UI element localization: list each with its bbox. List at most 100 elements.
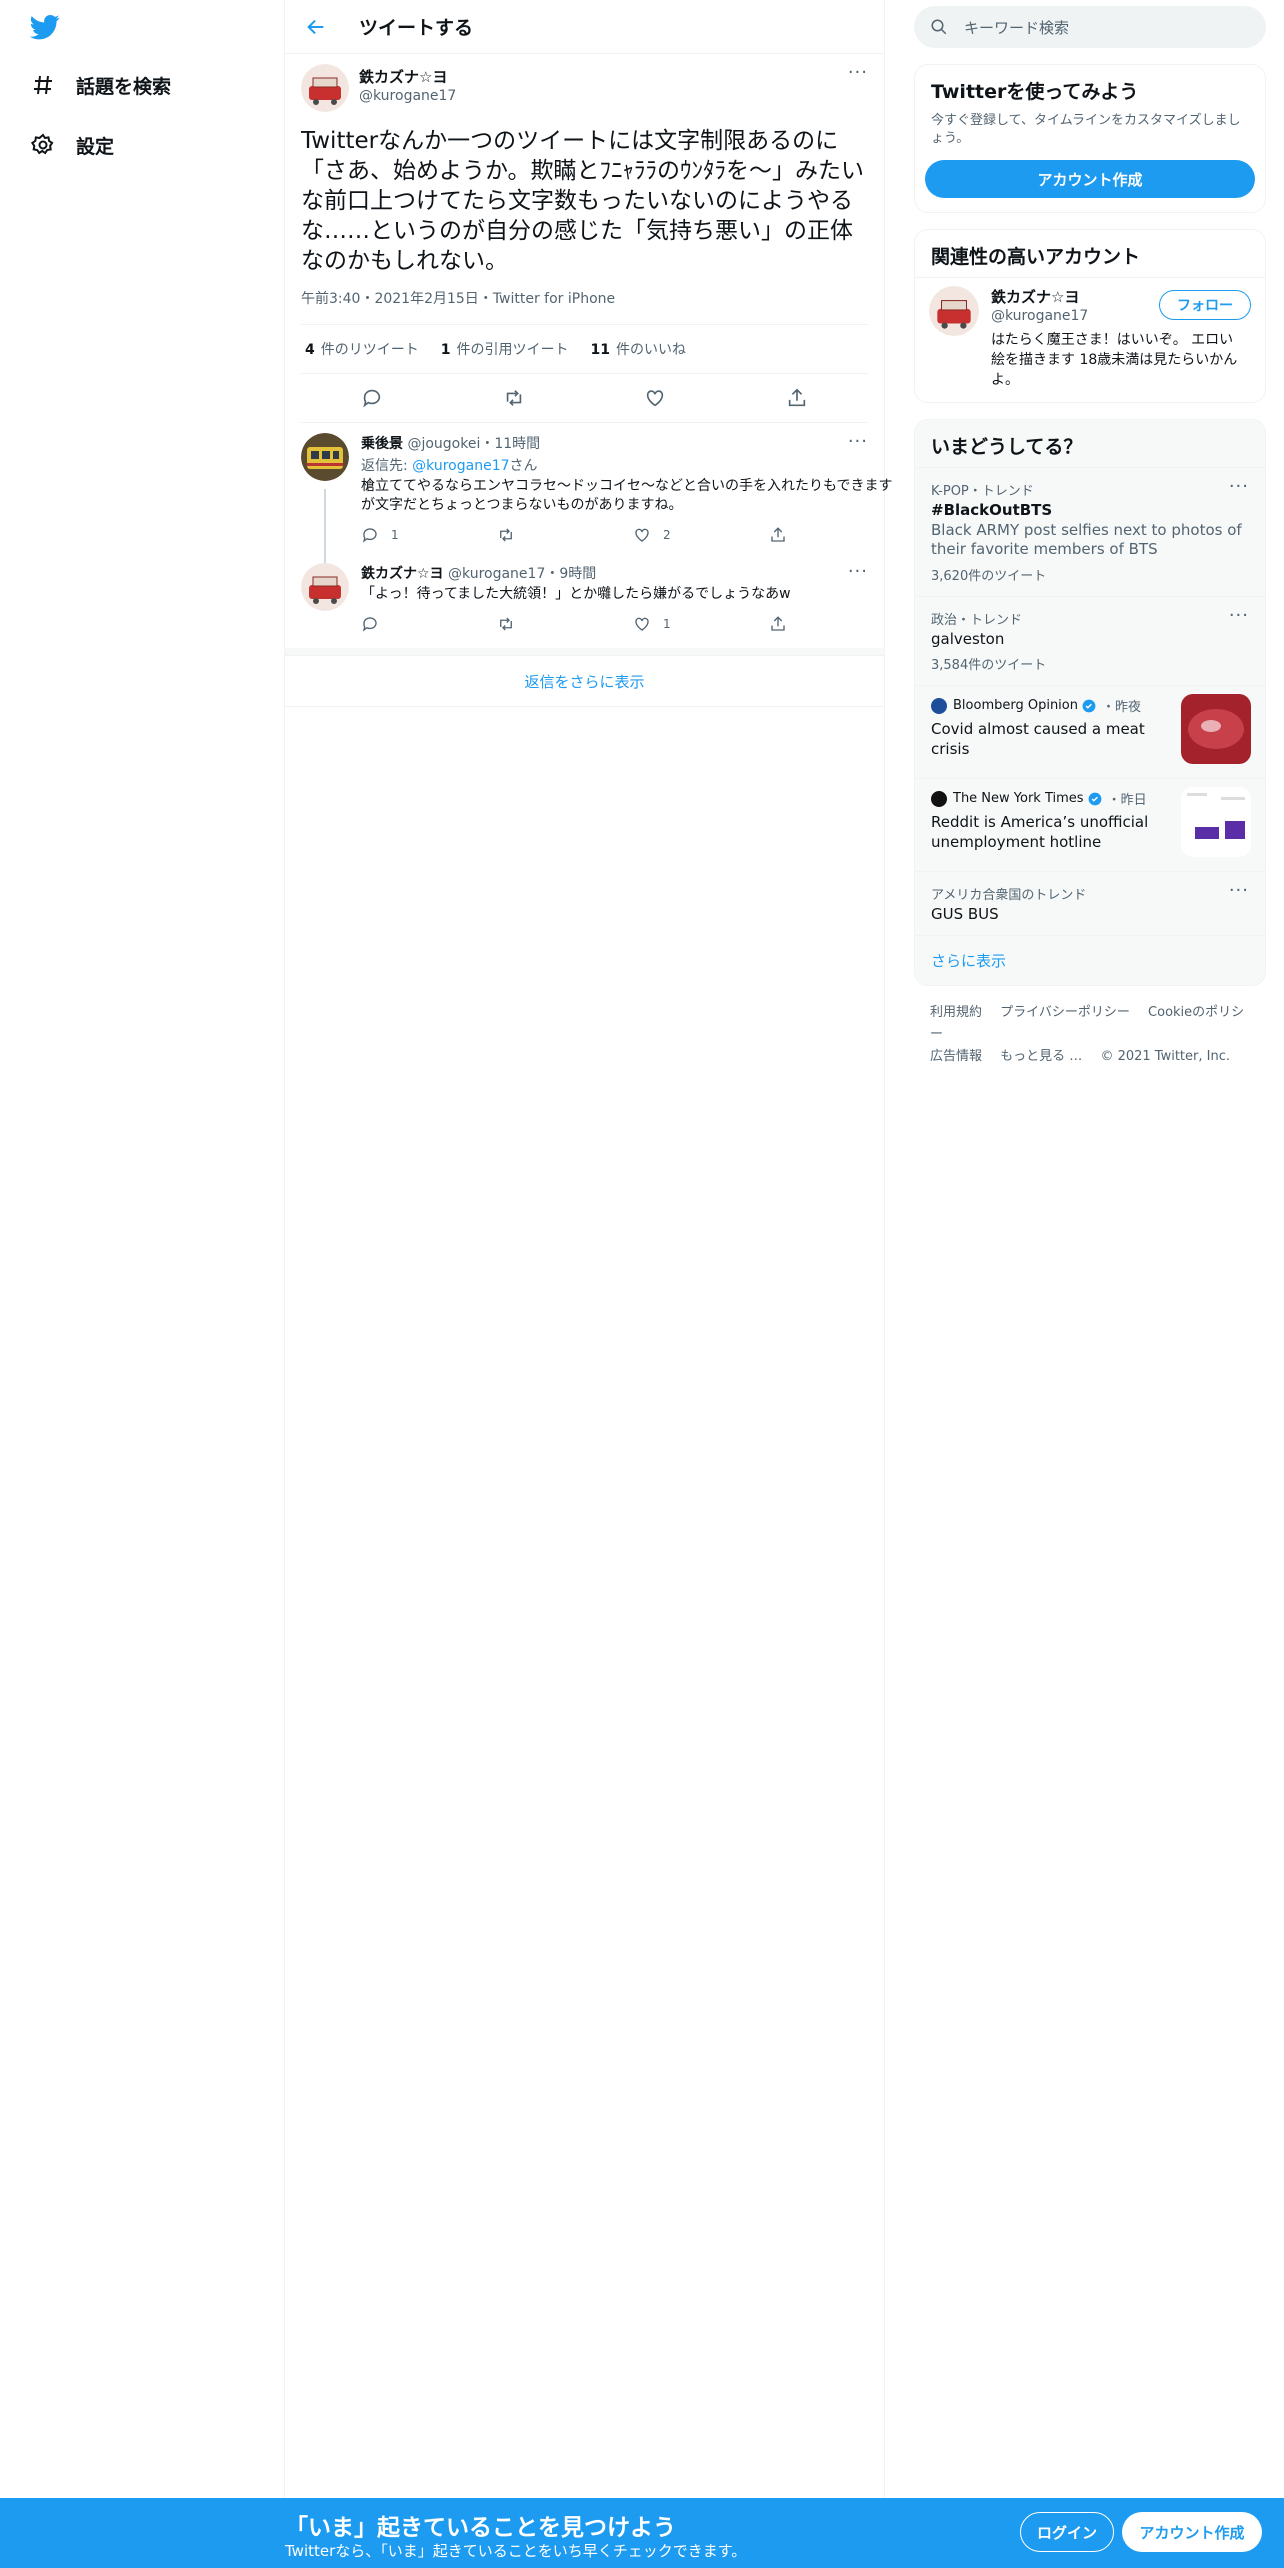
relevant-accounts-card: 関連性の高いアカウント 鉄カズナ☆ヨ @kurogane17 はたらく魔王さま！… xyxy=(914,229,1266,403)
reply-actions: 1 2 xyxy=(361,523,905,547)
search-icon xyxy=(930,18,948,36)
trends-show-more-link[interactable]: さらに表示 xyxy=(915,935,1265,985)
reply-author-name[interactable]: 乗後景 xyxy=(361,436,403,452)
signup-card-subtitle: 今すぐ登録して、タイムラインをカスタマイズしましょう。 xyxy=(931,113,1241,146)
trend-meta: 政治・トレンド xyxy=(931,613,1023,628)
share-button[interactable] xyxy=(769,526,905,544)
author-handle[interactable]: @kurogane17 xyxy=(359,88,456,104)
avatar[interactable] xyxy=(301,64,349,112)
trend-count: 3,620件のツイート xyxy=(931,569,1047,584)
news-item[interactable]: Bloomberg Opinion ・昨夜 Covid almost cause… xyxy=(915,685,1265,778)
nyt-logo-icon xyxy=(931,790,947,807)
relevant-accounts-title: 関連性の高いアカウント xyxy=(931,246,1141,268)
reply-text: 槍立ててやるならエンヤコラセ～ドッコイセ～などと合いの手を入れたりもできますが文… xyxy=(361,478,893,513)
login-button[interactable]: ログイン xyxy=(1020,2512,1114,2552)
like-button[interactable]: 1 xyxy=(633,615,769,633)
gear-icon xyxy=(28,130,58,160)
reply-button[interactable]: 1 xyxy=(361,526,497,544)
nav-item-label: 話題を検索 xyxy=(76,75,172,98)
trends-title: いまどうしてる？ xyxy=(931,436,1083,458)
more-options-icon[interactable]: ··· xyxy=(1229,880,1249,901)
bottom-bar-title: 「いま」起きていることを見つけよう xyxy=(285,2515,676,2541)
share-icon xyxy=(771,527,785,542)
reply-time[interactable]: 9時間 xyxy=(559,566,596,582)
reply-button[interactable] xyxy=(361,615,497,633)
follow-button[interactable]: フォロー xyxy=(1159,290,1251,320)
footer-link[interactable]: もっと見る … xyxy=(1000,1049,1082,1064)
footer-links: 利用規約 プライバシーポリシー Cookieのポリシー 広告情報 もっと見る …… xyxy=(914,986,1266,1084)
page-title: ツイートする xyxy=(359,17,474,39)
trend-name: galveston xyxy=(931,630,1005,648)
retweet-button[interactable] xyxy=(497,615,633,633)
reply-author-name[interactable]: 鉄カズナ☆ヨ xyxy=(361,566,444,582)
search-input[interactable]: キーワード検索 xyxy=(914,6,1266,48)
signup-card: Twitterを使ってみよう 今すぐ登録して、タイムラインをカスタマイズしましょ… xyxy=(914,64,1266,213)
reply-tweet[interactable]: 鉄カズナ☆ヨ @kurogane17・9時間 「よっ！待ってました大統領！」とか… xyxy=(285,553,884,641)
tweet-actions xyxy=(301,374,868,423)
more-options-icon[interactable]: ··· xyxy=(848,431,868,452)
more-options-icon[interactable]: ··· xyxy=(1229,476,1249,497)
share-button[interactable] xyxy=(769,615,905,633)
trend-name: #BlackOutBTS xyxy=(931,501,1053,519)
like-icon xyxy=(635,617,649,631)
trend-item[interactable]: K-POP・トレンド #BlackOutBTS Black ARMY post … xyxy=(915,467,1265,596)
more-options-icon[interactable]: ··· xyxy=(848,62,868,83)
quotes-stat[interactable]: 1 件の引用ツイート xyxy=(441,339,569,359)
news-time: ・昨夜 xyxy=(1102,700,1142,715)
tweet-timestamp[interactable]: 午前3:40・2021年2月15日・Twitter for iPhone xyxy=(301,288,868,325)
news-title: Covid almost caused a meat crisis xyxy=(931,720,1145,758)
like-button[interactable]: 2 xyxy=(633,526,769,544)
reply-author-handle[interactable]: @jougokei xyxy=(407,436,480,452)
relevant-account[interactable]: 鉄カズナ☆ヨ @kurogane17 はたらく魔王さま！はいいぞ。 エロい絵を描… xyxy=(915,277,1265,402)
back-arrow-icon[interactable] xyxy=(301,12,331,42)
avatar[interactable] xyxy=(301,433,349,481)
nav-item-settings[interactable]: 設定 xyxy=(28,125,114,165)
avatar[interactable] xyxy=(929,286,979,336)
trend-description: Black ARMY post selfies next to photos o… xyxy=(931,521,1242,558)
like-icon[interactable] xyxy=(644,387,666,409)
tweet-text: Twitterなんか一つのツイートには文字制限あるのに「さあ、始めようか。欺瞞と… xyxy=(301,128,865,274)
news-source: Bloomberg Opinion xyxy=(953,698,1078,713)
news-item[interactable]: The New York Times ・昨日 Reddit is America… xyxy=(915,778,1265,871)
reply-time[interactable]: 11時間 xyxy=(494,436,540,452)
trend-meta: K-POP・トレンド xyxy=(931,484,1034,499)
reply-icon[interactable] xyxy=(361,387,383,409)
retweet-icon xyxy=(500,617,512,631)
likes-stat[interactable]: 11 件のいいね xyxy=(591,339,686,359)
retweet-icon[interactable] xyxy=(503,387,525,409)
reply-tweet[interactable]: 乗後景 @jougokei・11時間 返信先: @kurogane17さん 槍立… xyxy=(285,423,892,587)
show-more-replies-button[interactable]: 返信をさらに表示 xyxy=(285,655,884,707)
twitter-logo-icon[interactable] xyxy=(28,12,64,42)
news-title: Reddit is America’s unofficial unemploym… xyxy=(931,813,1149,851)
more-options-icon[interactable]: ··· xyxy=(848,561,868,582)
bottom-bar-subtitle: Twitterなら、「いま」起きていることをいち早くチェックできます。 xyxy=(285,2542,747,2560)
bottom-signup-bar: 「いま」起きていることを見つけよう Twitterなら、「いま」起きていることを… xyxy=(0,2498,1284,2568)
signup-card-title: Twitterを使ってみよう xyxy=(931,81,1139,103)
reply-icon xyxy=(362,528,377,543)
reply-actions: 1 xyxy=(361,612,905,636)
bloomberg-logo-icon xyxy=(931,697,947,714)
news-source: The New York Times xyxy=(953,791,1084,806)
reply-to-link[interactable]: @kurogane17 xyxy=(412,458,509,474)
footer-link[interactable]: 広告情報 xyxy=(930,1049,982,1064)
author-name[interactable]: 鉄カズナ☆ヨ xyxy=(359,66,456,87)
trend-item[interactable]: アメリカ合衆国のトレンド GUS BUS ··· xyxy=(915,871,1265,935)
news-thumbnail xyxy=(1181,787,1251,857)
footer-link[interactable]: 利用規約 xyxy=(930,1005,982,1020)
footer-link[interactable]: プライバシーポリシー xyxy=(1000,1005,1130,1020)
reply-to-line: 返信先: @kurogane17さん xyxy=(361,458,538,474)
focused-tweet: 鉄カズナ☆ヨ @kurogane17 ··· Twitterなんか一つのツイート… xyxy=(285,54,884,423)
more-options-icon[interactable]: ··· xyxy=(1229,605,1249,626)
reply-author-handle[interactable]: @kurogane17 xyxy=(448,566,545,582)
reply-text: 「よっ！待ってました大統領！」とか囃したら嫌がるでしょうなあw xyxy=(361,586,791,602)
avatar[interactable] xyxy=(301,563,349,611)
share-icon[interactable] xyxy=(786,387,808,409)
nav-item-label: 設定 xyxy=(76,135,115,158)
retweet-button[interactable] xyxy=(497,526,633,544)
reply-icon xyxy=(362,617,377,632)
nav-item-explore[interactable]: 話題を検索 xyxy=(28,65,171,105)
trend-item[interactable]: 政治・トレンド galveston 3,584件のツイート ··· xyxy=(915,596,1265,685)
signup-button[interactable]: アカウント作成 xyxy=(1122,2512,1262,2552)
create-account-button[interactable]: アカウント作成 xyxy=(925,160,1255,198)
retweets-stat[interactable]: 4 件のリツイート xyxy=(305,339,419,359)
